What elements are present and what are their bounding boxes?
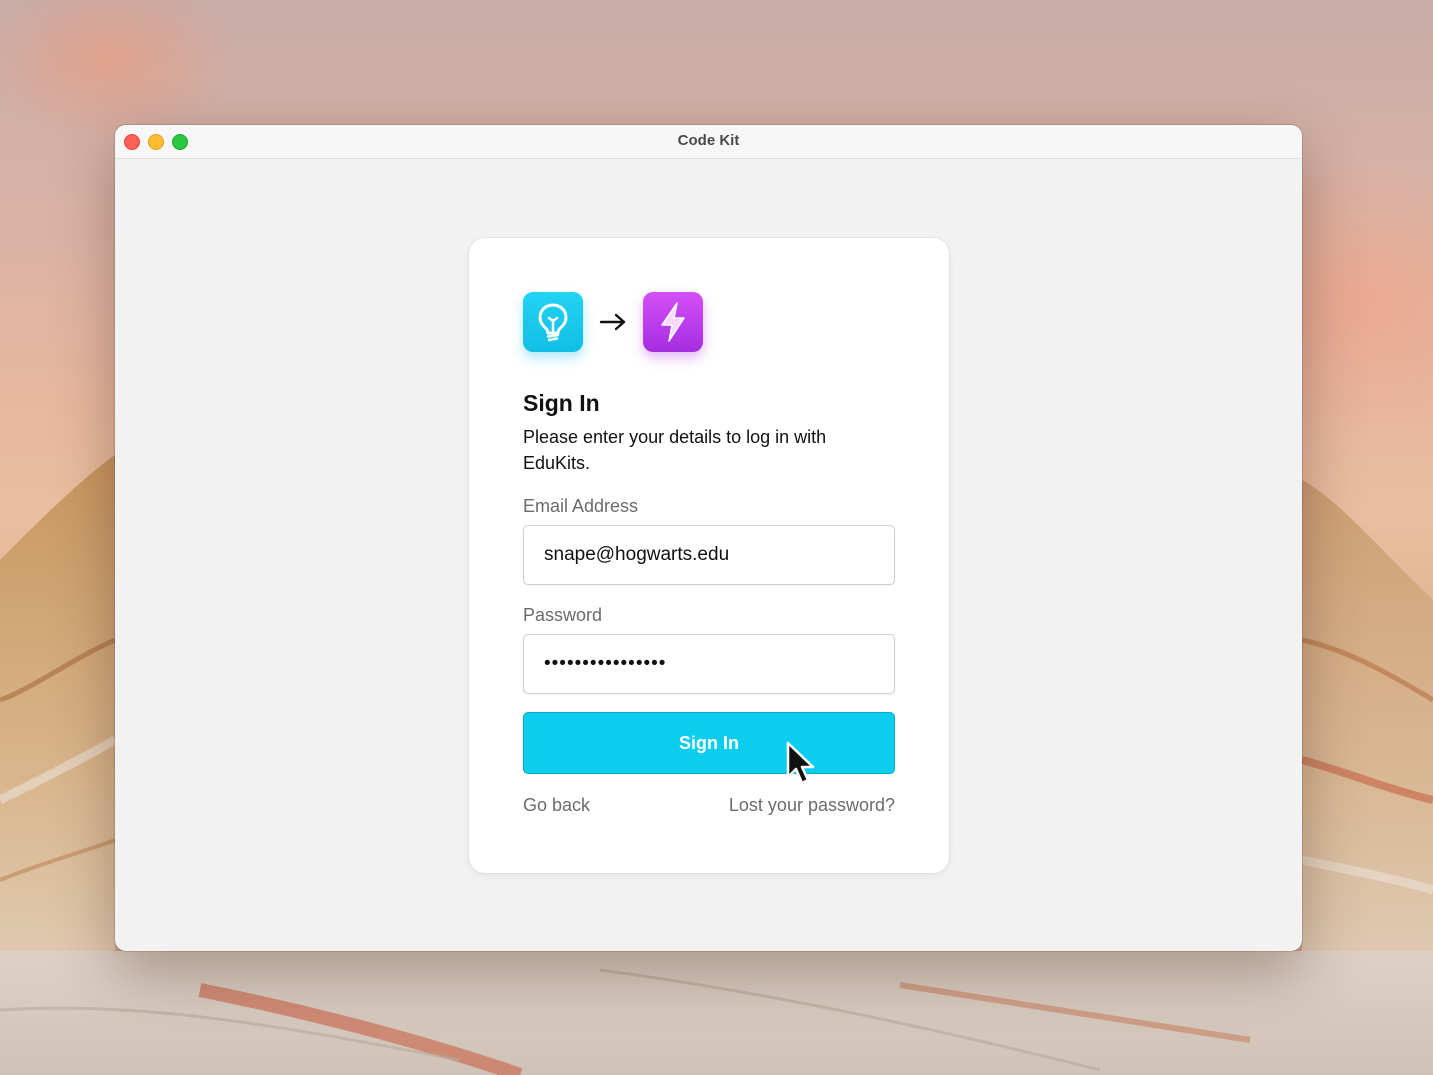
email-label: Email Address: [523, 496, 639, 516]
app-window: Code Kit Sign In Please enter your detai…: [115, 125, 1302, 951]
mouse-pointer-icon: [786, 741, 815, 785]
signin-card: Sign In Please enter your details to log…: [469, 238, 949, 873]
arrow-right-icon: [583, 292, 643, 352]
sign-in-button[interactable]: Sign In: [523, 712, 895, 774]
signin-subtitle: Please enter your details to log in with…: [523, 427, 827, 473]
signin-heading: Sign In: [523, 390, 600, 416]
app-link-logos: [523, 292, 703, 352]
go-back-link[interactable]: Go back: [523, 795, 590, 816]
email-field[interactable]: [523, 525, 895, 585]
password-label: Password: [523, 605, 603, 625]
lightning-bolt-icon: [643, 292, 703, 352]
lightbulb-icon: [523, 292, 583, 352]
window-titlebar[interactable]: Code Kit: [115, 125, 1302, 159]
window-title: Code Kit: [677, 132, 740, 149]
password-field[interactable]: [523, 634, 895, 694]
lost-password-link[interactable]: Lost your password?: [729, 795, 895, 816]
